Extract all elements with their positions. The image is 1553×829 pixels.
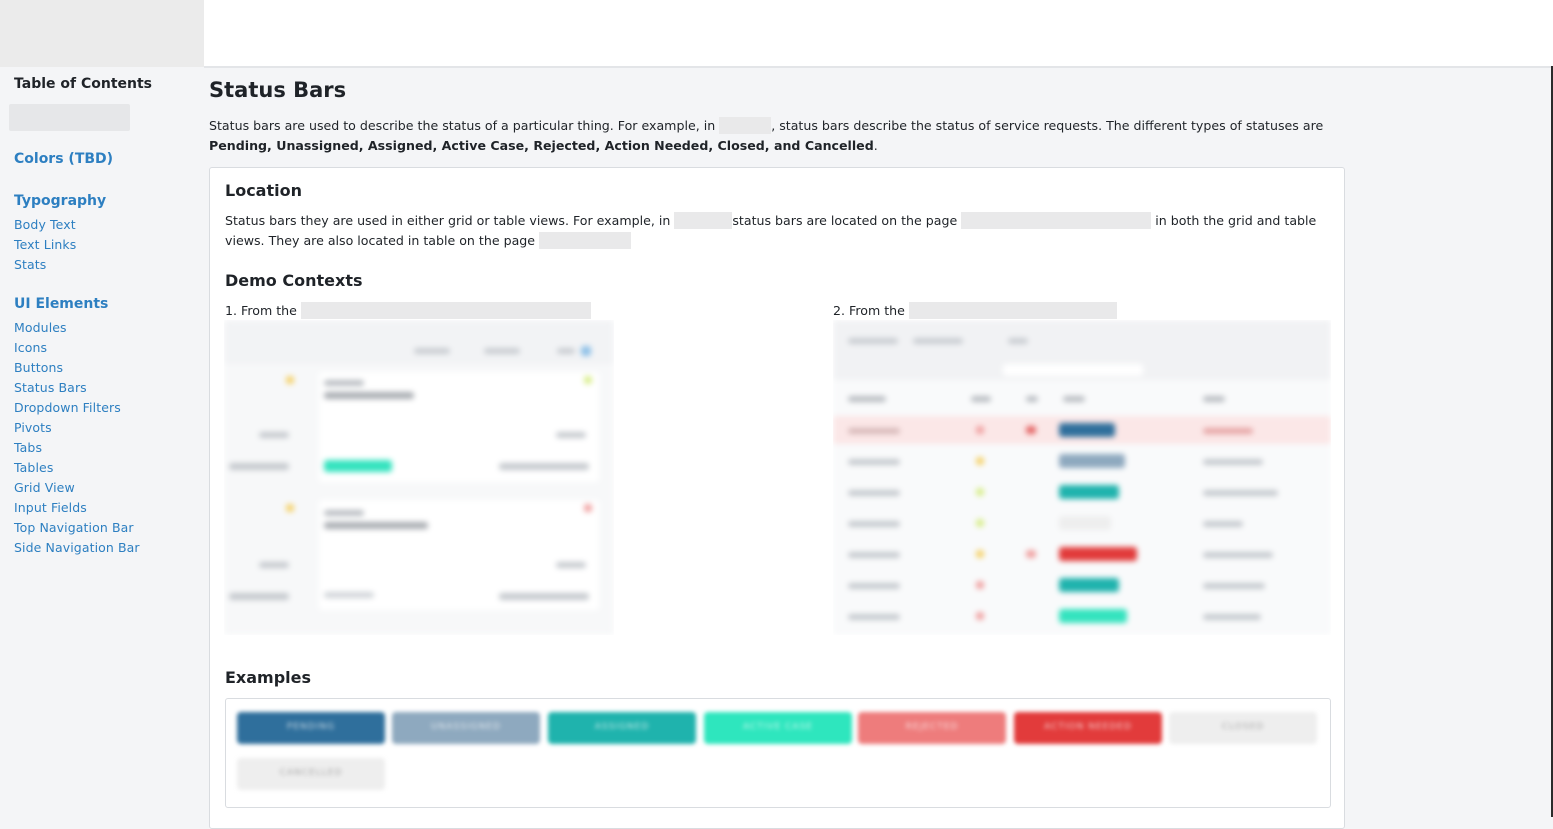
toc-link-text-links[interactable]: Text Links (14, 237, 76, 252)
demo-contexts-heading: Demo Contexts (225, 271, 363, 290)
redacted-text (961, 212, 1152, 229)
toc-link-tabs[interactable]: Tabs (14, 440, 42, 455)
demo-context-2-text: 2. From the (833, 303, 905, 318)
status-types: Pending, Unassigned, Assigned, Active Ca… (209, 138, 874, 153)
demo-context-1-label: 1. From the (225, 302, 591, 319)
status-bar-label: UNASSIGNED (431, 722, 501, 732)
toc-link-stats[interactable]: Stats (14, 257, 46, 272)
main-content: Status Bars Status bars are used to desc… (209, 67, 1549, 829)
location-paragraph: Status bars they are used in either grid… (225, 211, 1325, 251)
toc-link-status-bars[interactable]: Status Bars (14, 380, 87, 395)
toc-link-grid-view[interactable]: Grid View (14, 480, 75, 495)
toc-title: Table of Contents (14, 76, 153, 92)
toc-link-buttons[interactable]: Buttons (14, 360, 63, 375)
status-bar-cancelled: CANCELLED (237, 758, 385, 790)
status-bar-label: CANCELLED (279, 768, 343, 778)
location-heading: Location (225, 181, 302, 200)
toc-link-top-navigation-bar[interactable]: Top Navigation Bar (14, 520, 134, 535)
intro-text-2: , status bars describe the status of ser… (771, 118, 1324, 133)
redacted-text (300, 302, 591, 319)
page-title: Status Bars (209, 78, 347, 102)
demo-context-1-text: 1. From the (225, 303, 297, 318)
status-bar-examples: PENDING UNASSIGNED ASSIGNED ACTIVE CASE … (225, 698, 1331, 808)
top-navigation-bar (204, 0, 1553, 68)
toc-link-dropdown-filters[interactable]: Dropdown Filters (14, 400, 121, 415)
toc-link-modules[interactable]: Modules (14, 320, 67, 335)
toc-link-body-text[interactable]: Body Text (14, 217, 76, 232)
status-bars-card: Location Status bars they are used in ei… (209, 167, 1345, 829)
intro-paragraph: Status bars are used to describe the sta… (209, 116, 1329, 156)
toc-section-ui-elements[interactable]: UI Elements (14, 296, 108, 312)
status-bar-label: ACTIVE CASE (743, 722, 813, 732)
logo-placeholder (0, 0, 204, 67)
redacted-text (674, 212, 733, 229)
toc-link-pivots[interactable]: Pivots (14, 420, 52, 435)
status-bar-assigned: ASSIGNED (548, 712, 696, 744)
status-bar-label: REJECTED (905, 722, 959, 732)
toc-section-typography[interactable]: Typography (14, 193, 106, 209)
intro-end: . (873, 138, 878, 153)
demo-table-view-image (833, 320, 1331, 635)
demo-grid-view-image (224, 320, 614, 635)
status-bar-label: CLOSED (1221, 722, 1265, 732)
status-bar-label: ACTION NEEDED (1044, 722, 1132, 732)
toc-link-side-navigation-bar[interactable]: Side Navigation Bar (14, 540, 140, 555)
status-bar-action-needed: ACTION NEEDED (1014, 712, 1162, 744)
redacted-text (908, 302, 1117, 319)
demo-context-2-label: 2. From the (833, 302, 1117, 319)
redacted-text (539, 232, 632, 249)
status-bar-closed: CLOSED (1169, 712, 1317, 744)
location-text-2: status bars are located on the page (732, 213, 958, 228)
toc-link-icons[interactable]: Icons (14, 340, 47, 355)
status-bar-pending: PENDING (237, 712, 385, 744)
status-bar-rejected: REJECTED (858, 712, 1006, 744)
status-bar-label: PENDING (286, 722, 336, 732)
toc-link-tables[interactable]: Tables (14, 460, 53, 475)
toc-link-input-fields[interactable]: Input Fields (14, 500, 87, 515)
table-of-contents: Table of Contents Colors (TBD) Typograph… (0, 67, 204, 817)
location-text-1: Status bars they are used in either grid… (225, 213, 671, 228)
redacted-text (719, 117, 772, 134)
intro-text-1: Status bars are used to describe the sta… (209, 118, 716, 133)
examples-heading: Examples (225, 668, 312, 687)
status-bar-active-case: ACTIVE CASE (704, 712, 852, 744)
status-bar-unassigned: UNASSIGNED (392, 712, 540, 744)
toc-search-field[interactable] (9, 104, 130, 131)
toc-section-colors[interactable]: Colors (TBD) (14, 151, 113, 167)
status-bar-label: ASSIGNED (594, 722, 650, 732)
